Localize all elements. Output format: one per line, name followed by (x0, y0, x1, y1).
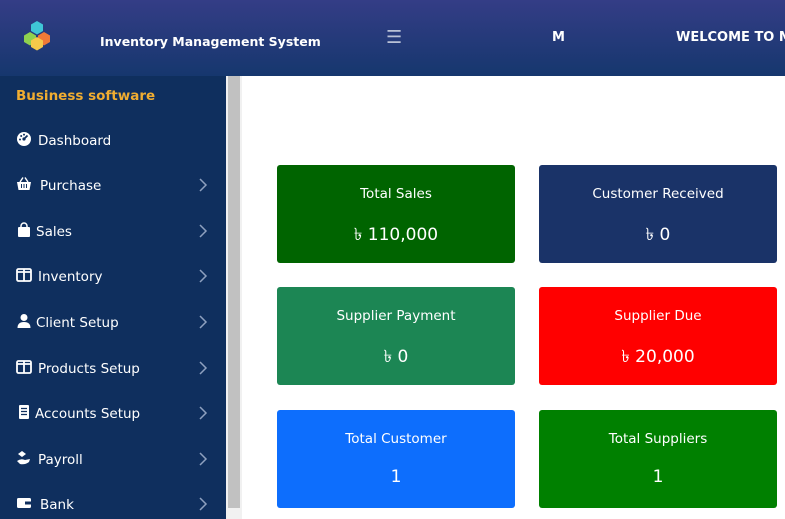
card-value: 1 (652, 467, 664, 487)
card-total-customer[interactable]: Total Customer 1 (277, 410, 515, 508)
ledger-icon (19, 405, 29, 419)
sidebar-item-products-setup[interactable]: Products Setup (0, 349, 226, 389)
sidebar-item-payroll[interactable]: Payroll (0, 440, 226, 480)
basket-icon (17, 177, 31, 190)
columns-icon (16, 360, 32, 374)
card-total-sales[interactable]: Total Sales ৳ 110,000 (277, 165, 515, 263)
logo-icon (24, 21, 50, 51)
card-label: Total Sales (360, 186, 432, 202)
sidebar-item-label: Inventory (38, 269, 103, 285)
chevron-right-icon (199, 178, 208, 192)
card-label: Customer Received (592, 186, 724, 202)
dashboard-icon (17, 132, 31, 146)
sidebar-item-label: Products Setup (38, 361, 140, 377)
sidebar-item-label: Accounts Setup (35, 406, 141, 422)
chevron-right-icon (199, 406, 208, 420)
sidebar-item-label: Dashboard (38, 133, 112, 149)
sidebar-item-label: Payroll (38, 452, 83, 468)
hamburger-icon[interactable]: ☰ (386, 27, 402, 48)
sidebar-item-label: Purchase (40, 178, 102, 194)
hand-money-icon (17, 451, 30, 465)
sidebar-item-client-setup[interactable]: Client Setup (0, 303, 226, 343)
sidebar-item-accounts-setup[interactable]: Accounts Setup (0, 394, 226, 434)
card-label: Supplier Payment (336, 308, 456, 324)
wallet-icon (17, 498, 31, 508)
chevron-right-icon (199, 224, 208, 238)
card-label: Total Customer (345, 431, 447, 447)
card-value: 1 (390, 467, 402, 487)
card-label: Total Suppliers (608, 431, 708, 447)
card-label: Supplier Due (614, 308, 702, 324)
card-supplier-payment[interactable]: Supplier Payment ৳ 0 (277, 287, 515, 385)
sidebar-item-label: Bank (40, 497, 74, 513)
sidebar-item-label: Client Setup (36, 315, 119, 331)
sidebar-item-bank[interactable]: Bank (0, 485, 226, 519)
card-value: ৳ 0 (645, 225, 671, 245)
user-icon (17, 314, 31, 328)
card-total-suppliers[interactable]: Total Suppliers 1 (539, 410, 777, 508)
card-customer-received[interactable]: Customer Received ৳ 0 (539, 165, 777, 263)
chevron-right-icon (199, 452, 208, 466)
chevron-right-icon (199, 315, 208, 329)
chevron-right-icon (199, 497, 208, 511)
chevron-right-icon (199, 361, 208, 375)
user-menu[interactable]: M (552, 30, 565, 45)
welcome-message: WELCOME TO MY (676, 30, 785, 45)
card-supplier-due[interactable]: Supplier Due ৳ 20,000 (539, 287, 777, 385)
card-value: ৳ 0 (383, 347, 409, 367)
card-value: ৳ 110,000 (353, 225, 439, 245)
sidebar: Business software Dashboard Purchase Sal… (0, 76, 226, 519)
top-header: Inventory Management System ☰ M WELCOME … (0, 0, 785, 76)
chevron-right-icon (199, 269, 208, 283)
sidebar-scrollbar-thumb[interactable] (228, 76, 240, 508)
card-value: ৳ 20,000 (621, 347, 695, 367)
shopping-bag-icon (18, 222, 30, 237)
columns-icon (16, 268, 32, 282)
app-title: Inventory Management System (100, 34, 321, 49)
sidebar-item-dashboard[interactable]: Dashboard (0, 121, 226, 161)
sidebar-item-inventory[interactable]: Inventory (0, 257, 226, 297)
sidebar-item-purchase[interactable]: Purchase (0, 166, 226, 206)
sidebar-item-sales[interactable]: Sales (0, 212, 226, 252)
sidebar-brand: Business software (16, 88, 156, 104)
sidebar-item-label: Sales (36, 224, 72, 240)
